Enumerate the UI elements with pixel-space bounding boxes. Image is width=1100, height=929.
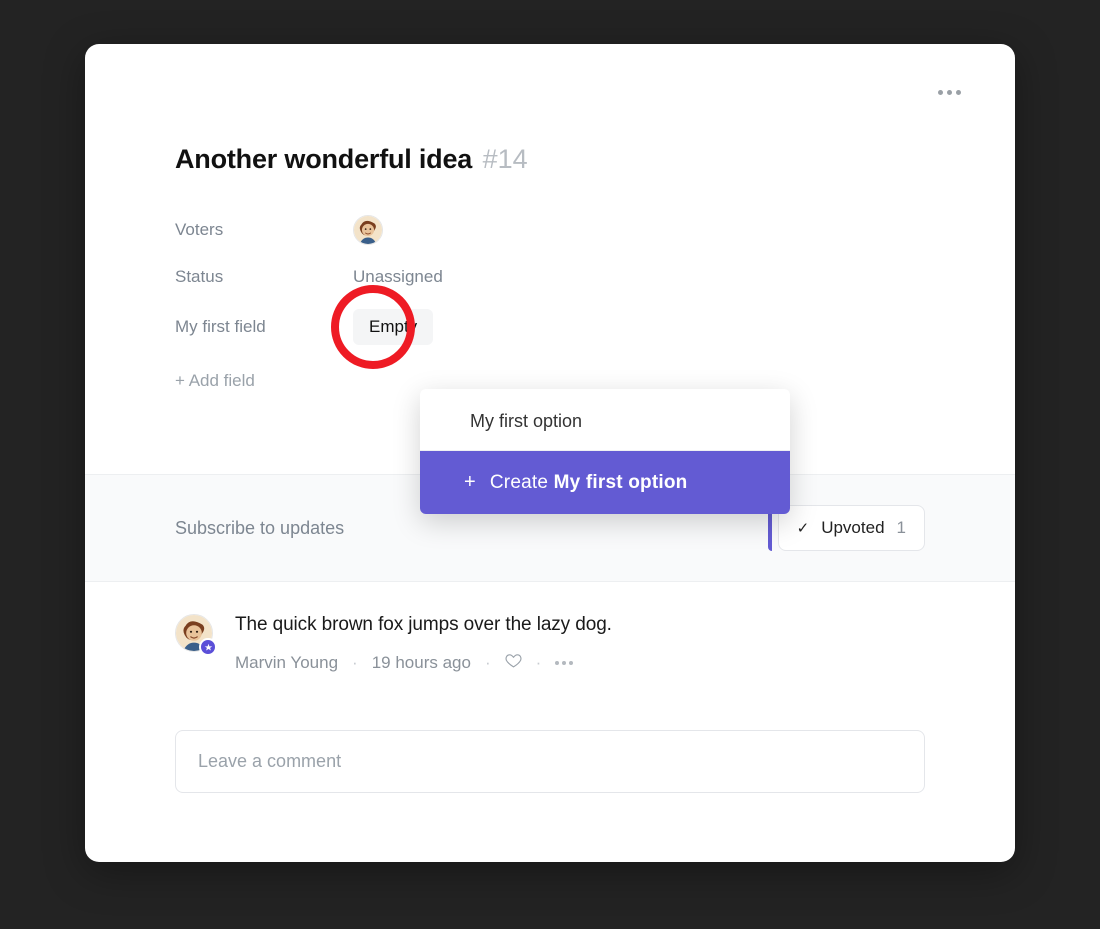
- comment-more-button[interactable]: [555, 661, 573, 665]
- comment-time: 19 hours ago: [372, 653, 471, 673]
- separator-dot: ·: [485, 653, 491, 673]
- like-button[interactable]: [505, 652, 522, 674]
- dots-icon: [569, 661, 573, 665]
- upvote-count: 1: [897, 518, 906, 538]
- post-title-number: #14: [483, 144, 528, 174]
- field-status: Status Unassigned: [175, 267, 925, 287]
- post-card: Another wonderful idea #14 Voters: [85, 44, 1015, 862]
- dots-icon: [947, 90, 952, 95]
- more-menu-button[interactable]: [932, 84, 967, 101]
- dots-icon: [555, 661, 559, 665]
- add-field-button[interactable]: + Add field: [175, 371, 925, 391]
- check-icon: ✓: [797, 519, 810, 537]
- comment-input[interactable]: Leave a comment: [175, 730, 925, 793]
- custom-field-value[interactable]: Empty: [353, 309, 433, 345]
- dots-icon: [938, 90, 943, 95]
- comment-meta: Marvin Young · 19 hours ago · ·: [235, 652, 925, 674]
- post-title: Another wonderful idea #14: [175, 144, 925, 175]
- create-label-prefix: Create: [490, 472, 548, 493]
- post-title-text: Another wonderful idea: [175, 144, 472, 174]
- upvote-label: Upvoted: [821, 518, 884, 538]
- comment-text: The quick brown fox jumps over the lazy …: [235, 614, 925, 636]
- dots-icon: [956, 90, 961, 95]
- heart-icon: [505, 652, 522, 669]
- status-value[interactable]: Unassigned: [353, 267, 443, 287]
- voter-avatar[interactable]: [353, 215, 383, 245]
- person-avatar-icon: [354, 216, 382, 244]
- field-label: Status: [175, 267, 353, 287]
- separator-dot: ·: [352, 653, 358, 673]
- admin-badge-icon: [199, 638, 217, 656]
- comment-author-avatar[interactable]: [175, 614, 213, 652]
- field-label: My first field: [175, 317, 353, 337]
- field-voters: Voters: [175, 215, 925, 245]
- dropdown-search-input[interactable]: My first option: [420, 389, 790, 451]
- plus-icon: +: [464, 471, 476, 494]
- comments-section: The quick brown fox jumps over the lazy …: [85, 614, 1015, 793]
- post-content: Another wonderful idea #14 Voters: [85, 44, 1015, 391]
- upvote-button[interactable]: ✓ Upvoted 1: [778, 505, 925, 551]
- separator-dot: ·: [536, 653, 542, 673]
- subscribe-label[interactable]: Subscribe to updates: [175, 518, 344, 539]
- comment-author[interactable]: Marvin Young: [235, 653, 338, 673]
- comment-placeholder: Leave a comment: [198, 751, 341, 771]
- create-option-button[interactable]: + Create My first option: [420, 451, 790, 514]
- field-label: Voters: [175, 220, 353, 240]
- dots-icon: [562, 661, 566, 665]
- upvote-control: ✓ Upvoted 1: [768, 505, 925, 551]
- comment: The quick brown fox jumps over the lazy …: [175, 614, 925, 674]
- comment-body: The quick brown fox jumps over the lazy …: [235, 614, 925, 674]
- create-label-name: My first option: [554, 472, 688, 493]
- field-list: Voters Status Unassigned: [175, 215, 925, 391]
- field-option-dropdown: My first option + Create My first option: [420, 389, 790, 514]
- field-custom: My first field Empty: [175, 309, 925, 345]
